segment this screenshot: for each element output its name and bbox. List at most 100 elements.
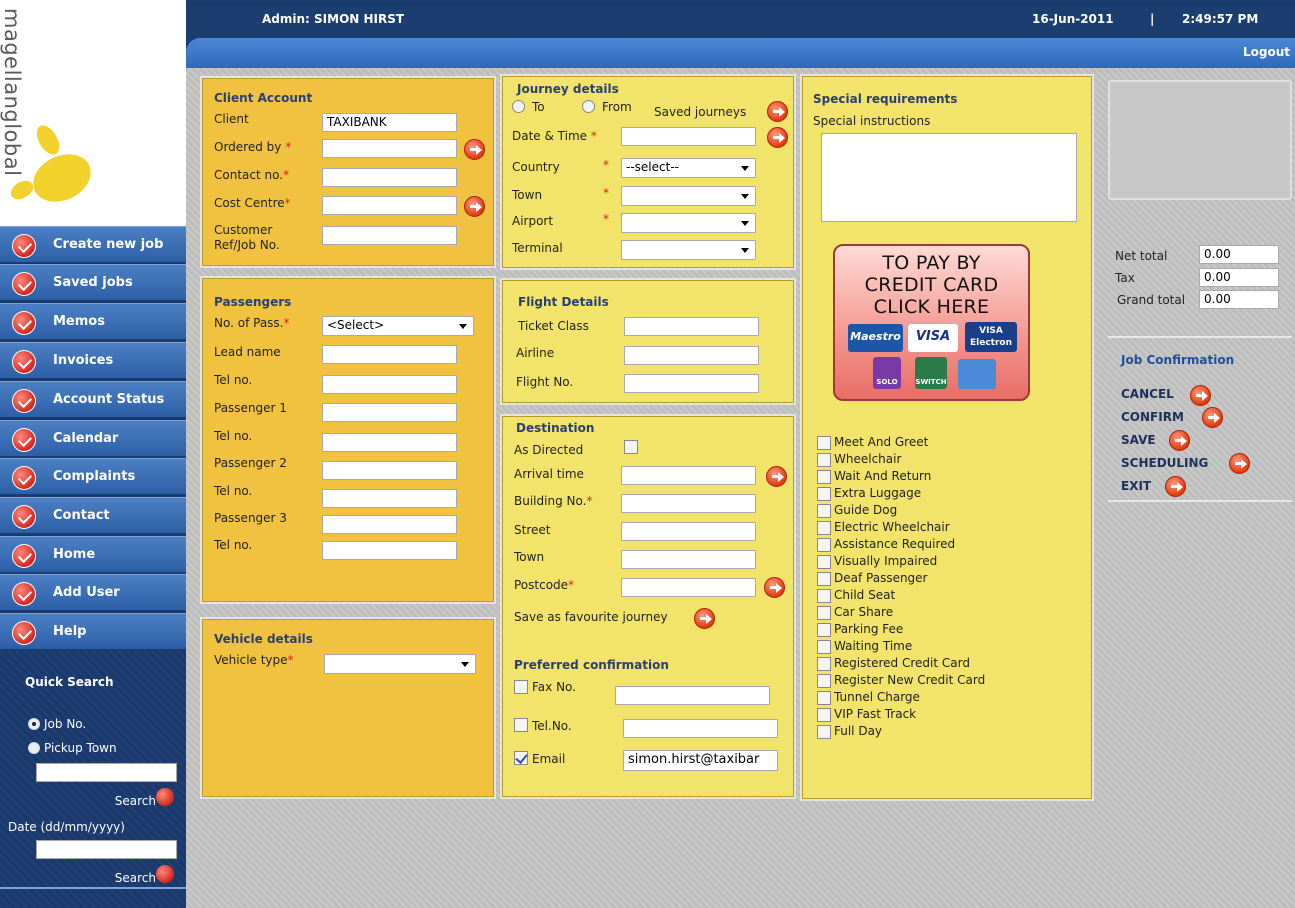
search-icon[interactable] xyxy=(156,865,174,883)
dest-town-field[interactable] xyxy=(621,550,756,569)
admin-user: Admin: SIMON HIRST xyxy=(262,12,405,26)
airport-select[interactable] xyxy=(621,213,756,233)
quick-search-date-input[interactable] xyxy=(36,840,177,859)
building-no-field[interactable] xyxy=(621,494,756,513)
to-radio[interactable] xyxy=(512,100,525,113)
passenger-3-field[interactable] xyxy=(322,515,457,534)
arrival-time-arrow-icon[interactable] xyxy=(766,466,787,487)
save-button[interactable]: SAVE xyxy=(1121,433,1156,447)
ordered-by-field[interactable] xyxy=(322,139,457,158)
flight-details-title: Flight Details xyxy=(518,295,609,309)
cost-centre-arrow-icon[interactable] xyxy=(464,196,485,217)
quick-search-button[interactable]: Search xyxy=(115,794,156,808)
vehicle-type-select[interactable] xyxy=(324,654,476,674)
special-instructions-textarea[interactable] xyxy=(821,133,1077,222)
date-time-arrow-icon[interactable] xyxy=(767,127,788,148)
arrival-time-field[interactable] xyxy=(621,466,756,485)
airport-required: * xyxy=(603,212,609,226)
postcode-arrow-icon[interactable] xyxy=(764,577,785,598)
sidebar-item-label: Invoices xyxy=(53,353,114,368)
terminal-select[interactable] xyxy=(621,240,756,260)
sidebar-item-create-new-job[interactable]: Create new job xyxy=(0,226,186,263)
sidebar-item-complaints[interactable]: Complaints xyxy=(0,458,186,495)
contact-no-label: Contact no.* xyxy=(214,168,290,182)
passenger-1-tel-field[interactable] xyxy=(322,433,457,452)
header: Admin: SIMON HIRST 16-Jun-2011 | 2:49:57… xyxy=(186,0,1295,68)
street-field[interactable] xyxy=(621,522,756,541)
from-radio[interactable] xyxy=(582,100,595,113)
quick-search-input[interactable] xyxy=(36,763,177,782)
sidebar-item-account-status[interactable]: Account Status xyxy=(0,381,186,418)
sidebar-item-help[interactable]: Help xyxy=(0,613,186,650)
saved-journeys-arrow-icon[interactable] xyxy=(767,101,788,122)
passengers-panel: Passengers No. of Pass.* <Select> Lead n… xyxy=(200,276,496,604)
sidebar-item-contact[interactable]: Contact xyxy=(0,497,186,534)
sidebar-item-invoices[interactable]: Invoices xyxy=(0,342,186,379)
sidebar-item-memos[interactable]: Memos xyxy=(0,303,186,340)
search-icon[interactable] xyxy=(156,788,174,806)
save-favourite-arrow-icon[interactable] xyxy=(694,608,715,629)
vehicle-type-label: Vehicle type* xyxy=(214,653,294,667)
passenger-2-label: Passenger 2 xyxy=(214,456,287,470)
town-select[interactable] xyxy=(621,186,756,206)
pickup-town-label: Pickup Town xyxy=(44,741,117,755)
exit-arrow-icon[interactable] xyxy=(1165,476,1186,497)
logout-link[interactable]: Logout xyxy=(1243,45,1290,59)
airline-field[interactable] xyxy=(624,346,759,365)
sidebar-divider xyxy=(0,887,186,889)
fax-field[interactable] xyxy=(615,686,770,705)
cc-line-3: CLICK HERE xyxy=(873,296,990,318)
logo: magellanglobal xyxy=(0,0,186,226)
as-directed-checkbox[interactable] xyxy=(624,440,638,454)
sidebar-item-saved-jobs[interactable]: Saved jobs xyxy=(0,264,186,301)
passenger-2-field[interactable] xyxy=(322,461,457,480)
sidebar-item-add-user[interactable]: Add User xyxy=(0,574,186,611)
passenger-2-tel-field[interactable] xyxy=(322,489,457,508)
save-favourite-label[interactable]: Save as favourite journey xyxy=(514,610,668,624)
customer-ref-field[interactable] xyxy=(322,226,457,245)
job-no-radio[interactable] xyxy=(28,718,40,730)
vehicle-details-title: Vehicle details xyxy=(214,632,313,646)
fax-checkbox[interactable] xyxy=(514,680,528,694)
lead-tel-field[interactable] xyxy=(322,375,457,394)
ticket-class-field[interactable] xyxy=(624,317,759,336)
ordered-by-arrow-icon[interactable] xyxy=(464,139,485,160)
email-field[interactable]: simon.hirst@taxibar xyxy=(623,750,778,771)
cancel-arrow-icon[interactable] xyxy=(1190,385,1211,406)
no-of-pass-select[interactable]: <Select> xyxy=(322,316,474,336)
confirm-arrow-icon[interactable] xyxy=(1202,407,1223,428)
save-arrow-icon[interactable] xyxy=(1169,430,1190,451)
town-required: * xyxy=(603,186,609,200)
tax-field[interactable]: 0.00 xyxy=(1199,268,1279,287)
country-select[interactable]: --select-- xyxy=(621,158,756,178)
no-of-pass-label: No. of Pass.* xyxy=(214,316,290,330)
lead-name-field[interactable] xyxy=(322,345,457,364)
arrival-time-label: Arrival time xyxy=(514,467,584,481)
email-checkbox[interactable] xyxy=(514,751,528,765)
date-time-field[interactable] xyxy=(621,127,756,146)
credit-card-button[interactable]: TO PAY BY CREDIT CARD CLICK HERE Maestro… xyxy=(833,244,1030,401)
passenger-1-field[interactable] xyxy=(322,403,457,422)
sidebar-item-label: Home xyxy=(53,547,96,562)
tel-field[interactable] xyxy=(623,719,778,738)
sidebar-item-calendar[interactable]: Calendar xyxy=(0,420,186,457)
date-search-button[interactable]: Search xyxy=(115,871,156,885)
tel-checkbox[interactable] xyxy=(514,718,528,732)
scheduling-arrow-icon[interactable] xyxy=(1229,453,1250,474)
passenger-3-tel-field[interactable] xyxy=(322,541,457,560)
cancel-button[interactable]: CANCEL xyxy=(1121,387,1174,401)
saved-journeys-label[interactable]: Saved journeys xyxy=(654,105,746,119)
client-field[interactable]: TAXIBANK xyxy=(322,113,457,132)
scheduling-button[interactable]: SCHEDULING xyxy=(1121,456,1208,470)
exit-button[interactable]: EXIT xyxy=(1121,479,1151,493)
airport-label: Airport xyxy=(512,214,554,228)
sidebar-item-home[interactable]: Home xyxy=(0,536,186,573)
cost-centre-field[interactable] xyxy=(322,196,457,215)
pickup-town-radio[interactable] xyxy=(28,742,40,754)
contact-no-field[interactable] xyxy=(322,168,457,187)
net-total-field[interactable]: 0.00 xyxy=(1199,245,1279,264)
flight-no-field[interactable] xyxy=(624,374,759,393)
grand-total-field[interactable]: 0.00 xyxy=(1199,290,1279,309)
confirm-button[interactable]: CONFIRM xyxy=(1121,410,1184,424)
postcode-field[interactable] xyxy=(621,578,756,597)
